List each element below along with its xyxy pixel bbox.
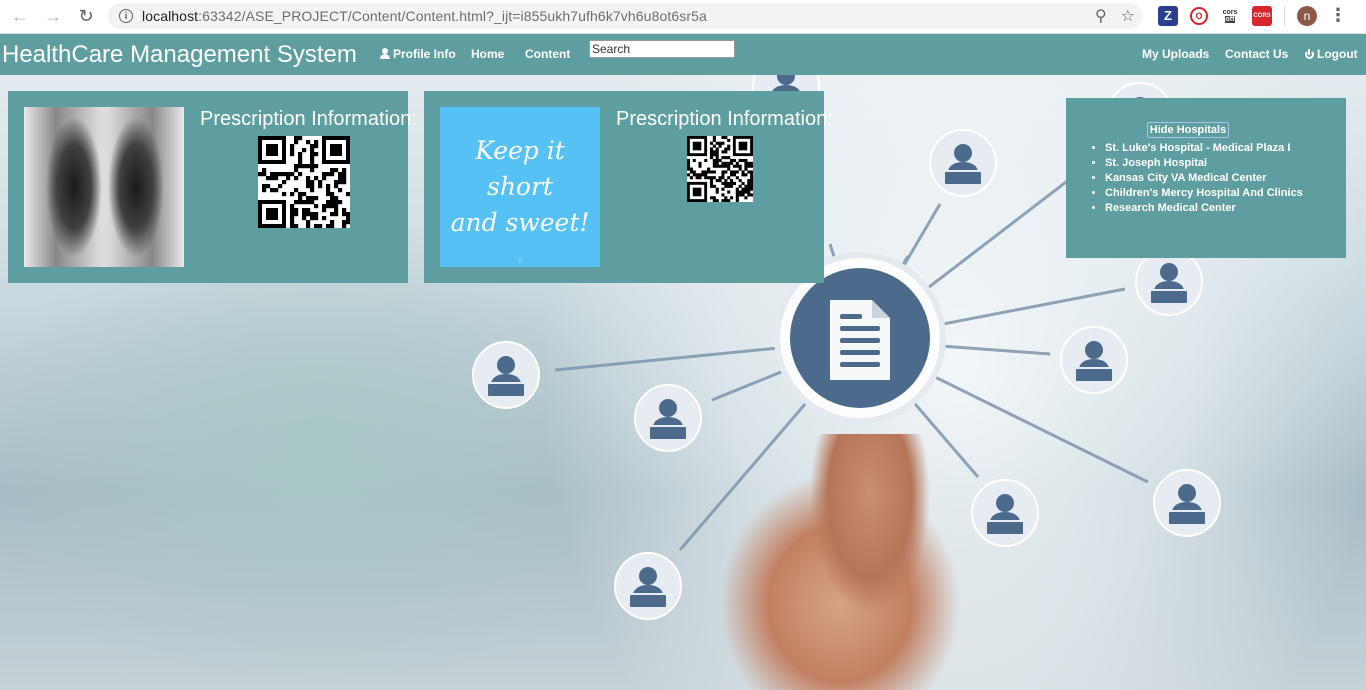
power-icon bbox=[1305, 49, 1314, 59]
forward-arrow-icon[interactable]: → bbox=[40, 4, 66, 30]
nav-content[interactable]: Content bbox=[525, 47, 570, 61]
top-navbar: HealthCare Management System Profile Inf… bbox=[0, 34, 1366, 75]
url-text: localhost:63342/ASE_PROJECT/Content/Cont… bbox=[142, 8, 707, 24]
nav-profile-info[interactable]: Profile Info bbox=[380, 47, 456, 61]
browser-toolbar: ← → ↻ i localhost:63342/ASE_PROJECT/Cont… bbox=[0, 0, 1366, 34]
user-icon bbox=[380, 48, 390, 59]
prescription-title: Prescription Information: bbox=[616, 108, 833, 130]
hospitals-panel: Hide Hospitals St. Luke's Hospital - Med… bbox=[1066, 98, 1346, 258]
hospital-item[interactable]: Children's Mercy Hospital And Clinics bbox=[1105, 186, 1303, 201]
nav-home[interactable]: Home bbox=[471, 47, 504, 61]
keep-it-short-image[interactable]: Keep it short and sweet! ○ bbox=[440, 107, 600, 267]
profile-avatar[interactable]: n bbox=[1297, 5, 1317, 26]
prescription-card: Keep it short and sweet! ○ Prescription … bbox=[424, 91, 833, 283]
xray-image[interactable] bbox=[24, 107, 184, 267]
cors-extension-icon[interactable]: CORS bbox=[1252, 5, 1272, 26]
prescription-card: Prescription Information: bbox=[8, 91, 417, 283]
nav-my-uploads[interactable]: My Uploads bbox=[1142, 47, 1209, 61]
back-arrow-icon[interactable]: ← bbox=[7, 4, 33, 30]
site-info-icon[interactable]: i bbox=[119, 9, 133, 23]
qr-code[interactable] bbox=[687, 136, 753, 202]
hospital-item[interactable]: St. Joseph Hospital bbox=[1105, 156, 1303, 171]
cors-toggle-extension-icon[interactable]: cors off bbox=[1220, 5, 1240, 26]
browser-menu-icon[interactable]: ⋮ bbox=[1329, 5, 1347, 26]
page-content: HealthCare Management System Profile Inf… bbox=[0, 34, 1366, 690]
toolbar-separator bbox=[1284, 5, 1285, 26]
hide-hospitals-button[interactable]: Hide Hospitals bbox=[1147, 122, 1229, 138]
nav-logout[interactable]: Logout bbox=[1305, 47, 1358, 61]
hospital-item[interactable]: Kansas City VA Medical Center bbox=[1105, 171, 1303, 186]
hospital-item[interactable]: St. Luke's Hospital - Medical Plaza I bbox=[1105, 141, 1303, 156]
reload-icon[interactable]: ↻ bbox=[73, 4, 99, 30]
hospital-list: St. Luke's Hospital - Medical Plaza I St… bbox=[1088, 141, 1303, 216]
qr-code[interactable] bbox=[258, 136, 350, 228]
search-input[interactable] bbox=[589, 40, 735, 58]
prescription-title: Prescription Information: bbox=[200, 108, 417, 130]
zoom-icon[interactable]: ⚲ bbox=[1095, 6, 1107, 26]
opera-extension-icon[interactable]: O bbox=[1190, 6, 1208, 25]
address-bar[interactable]: i localhost:63342/ASE_PROJECT/Content/Co… bbox=[108, 3, 1143, 29]
zotero-extension-icon[interactable]: Z bbox=[1158, 5, 1178, 26]
nav-contact-us[interactable]: Contact Us bbox=[1225, 47, 1288, 61]
hospital-item[interactable]: Research Medical Center bbox=[1105, 201, 1303, 216]
brand-title[interactable]: HealthCare Management System bbox=[2, 41, 357, 69]
bookmark-star-icon[interactable]: ☆ bbox=[1121, 6, 1135, 26]
